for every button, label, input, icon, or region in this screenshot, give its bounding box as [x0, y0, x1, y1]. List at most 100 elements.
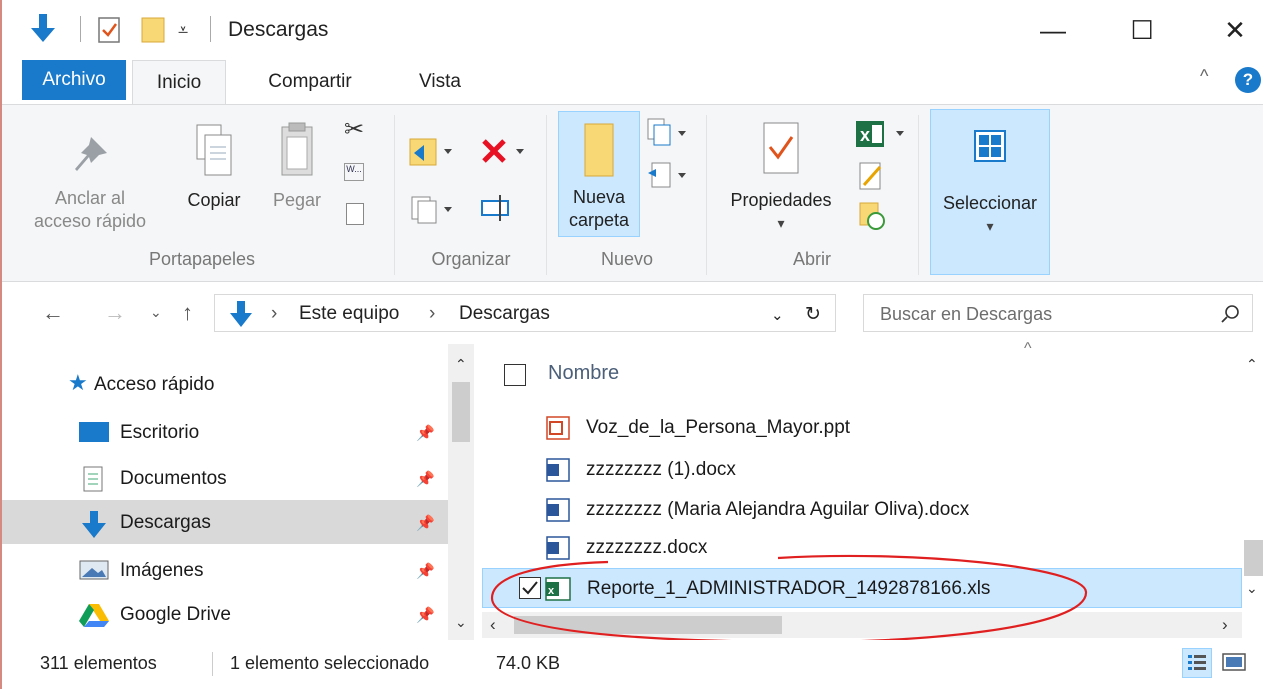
- pin-icon[interactable]: 📌: [416, 606, 435, 624]
- close-button[interactable]: ✕: [1205, 8, 1263, 52]
- scroll-up-icon[interactable]: ⌃: [455, 356, 467, 373]
- nav-item-escritorio[interactable]: Escritorio 📌: [2, 410, 448, 454]
- minimize-button[interactable]: —: [1023, 8, 1083, 52]
- search-field[interactable]: Buscar en Descargas: [863, 294, 1253, 332]
- history-icon[interactable]: [858, 201, 886, 231]
- nav-item-google-drive[interactable]: Google Drive 📌: [2, 592, 448, 636]
- search-icon[interactable]: [1220, 304, 1240, 324]
- refresh-icon[interactable]: ↻: [805, 303, 821, 326]
- group-label-organizar: Organizar: [431, 249, 511, 269]
- properties-button[interactable]: Propiedades ▾: [714, 117, 848, 235]
- address-dropdown-icon[interactable]: ⌄: [771, 306, 784, 324]
- recent-dropdown-icon[interactable]: ⌄: [150, 304, 162, 321]
- breadcrumb-este-equipo[interactable]: Este equipo: [299, 303, 399, 325]
- new-folder-quick-icon[interactable]: [140, 14, 166, 44]
- nav-item-label: Escritorio: [120, 422, 200, 443]
- paste-shortcut-icon[interactable]: [346, 203, 364, 225]
- new-folder-label-1: Nueva: [572, 187, 626, 207]
- move-to-icon[interactable]: [408, 135, 456, 171]
- new-folder-icon: [584, 123, 614, 177]
- excel-open-icon[interactable]: x: [854, 117, 910, 151]
- rename-icon[interactable]: [480, 191, 516, 227]
- column-header-name[interactable]: Nombre: [548, 362, 619, 385]
- group-label-nuevo: Nuevo: [600, 249, 654, 269]
- file-row[interactable]: Voz_de_la_Persona_Mayor.ppt: [482, 408, 1242, 448]
- paste-icon: [281, 122, 313, 176]
- large-icons-view-button[interactable]: [1220, 648, 1250, 678]
- help-icon[interactable]: ?: [1235, 67, 1261, 93]
- scroll-down-icon[interactable]: ⌄: [455, 614, 467, 631]
- nav-scroll-thumb[interactable]: [452, 382, 470, 442]
- nav-item-documentos[interactable]: Documentos 📌: [2, 456, 448, 500]
- file-explorer-window: ⩡ Descargas — ☐ ✕ Archivo Inicio Compart…: [0, 0, 1263, 689]
- large-icons-view-icon: [1222, 653, 1246, 671]
- address-download-icon: [230, 301, 252, 327]
- file-row[interactable]: zzzzzzzz (Maria Alejandra Aguilar Oliva)…: [482, 490, 1242, 530]
- ribbon: Anclar al acceso rápido Copiar Pegar ✂ W…: [2, 104, 1263, 282]
- pictures-icon: [79, 560, 109, 580]
- group-label-abrir: Abrir: [792, 249, 831, 269]
- properties-check-icon[interactable]: [97, 16, 123, 44]
- checkmark-icon: [522, 581, 538, 595]
- nav-item-label: Documentos: [120, 468, 227, 489]
- pin-icon[interactable]: 📌: [416, 470, 435, 488]
- word-file-icon: [546, 536, 570, 560]
- copy-path-icon[interactable]: W...: [344, 163, 364, 181]
- file-list-pane: ^ Nombre Voz_de_la_Persona_Mayor.ppt zzz…: [482, 340, 1263, 640]
- delete-icon[interactable]: [480, 135, 530, 169]
- nav-item-imagenes[interactable]: Imágenes 📌: [2, 548, 448, 592]
- file-row-checkbox[interactable]: [519, 577, 541, 599]
- copy-to-icon[interactable]: [408, 191, 456, 227]
- navigation-bar: ← → ⌄ ↑ › Este equipo › Descargas ⌄ ↻ Bu…: [2, 282, 1263, 344]
- nav-pane-scrollbar[interactable]: ⌃ ⌄: [448, 344, 474, 640]
- file-pane-scrollbar[interactable]: ⌃ ⌄: [1242, 344, 1263, 614]
- tab-vista[interactable]: Vista: [398, 60, 482, 104]
- sort-ascending-icon: ^: [1024, 340, 1032, 357]
- pin-icon[interactable]: 📌: [416, 424, 435, 442]
- search-placeholder: Buscar en Descargas: [880, 304, 1053, 324]
- details-view-button[interactable]: [1182, 648, 1212, 678]
- easy-access-icon[interactable]: [644, 159, 692, 193]
- scroll-left-icon[interactable]: ‹: [490, 615, 496, 635]
- download-arrow-icon[interactable]: [30, 12, 56, 44]
- tab-inicio[interactable]: Inicio: [132, 60, 226, 104]
- cut-icon[interactable]: ✂: [344, 115, 364, 144]
- file-row[interactable]: zzzzzzzz (1).docx: [482, 450, 1242, 490]
- nav-item-descargas[interactable]: Descargas 📌: [2, 500, 448, 544]
- paste-label: Pegar: [272, 190, 322, 210]
- pin-icon[interactable]: 📌: [416, 514, 435, 532]
- tab-compartir[interactable]: Compartir: [246, 60, 374, 104]
- new-item-icon[interactable]: [644, 117, 692, 151]
- edit-icon[interactable]: [858, 161, 886, 191]
- scroll-up-icon[interactable]: ⌃: [1246, 356, 1258, 373]
- maximize-button[interactable]: ☐: [1112, 8, 1172, 52]
- navigation-pane: ★ Acceso rápido Escritorio 📌 Documentos …: [2, 344, 476, 640]
- google-drive-icon: [79, 604, 109, 627]
- select-button[interactable]: Seleccionar ▾: [930, 109, 1050, 275]
- hscroll-thumb[interactable]: [514, 616, 782, 634]
- pin-icon[interactable]: 📌: [416, 562, 435, 580]
- quick-access-dropdown-icon[interactable]: ⩡: [178, 20, 188, 41]
- breadcrumb-descargas[interactable]: Descargas: [459, 303, 550, 325]
- select-all-checkbox[interactable]: [504, 364, 526, 386]
- properties-label: Propiedades: [730, 190, 832, 210]
- forward-arrow-icon[interactable]: →: [104, 300, 126, 326]
- new-folder-button[interactable]: Nueva carpeta: [558, 111, 640, 237]
- scroll-down-icon[interactable]: ⌄: [1246, 580, 1258, 597]
- file-row[interactable]: zzzzzzzz.docx: [482, 528, 1242, 568]
- scroll-right-icon[interactable]: ›: [1222, 615, 1228, 635]
- paste-button[interactable]: Pegar: [264, 117, 330, 212]
- up-arrow-icon[interactable]: ↑: [182, 300, 193, 326]
- file-pane-hscrollbar[interactable]: ‹ ›: [482, 612, 1242, 638]
- select-dropdown-icon: ▾: [986, 218, 994, 234]
- tab-archivo[interactable]: Archivo: [22, 60, 126, 100]
- nav-quick-access[interactable]: ★ Acceso rápido: [2, 362, 448, 406]
- address-bar[interactable]: › Este equipo › Descargas ⌄ ↻: [214, 294, 836, 332]
- pin-label-2: acceso rápido: [33, 211, 147, 231]
- pin-quick-access-button[interactable]: Anclar al acceso rápido: [20, 131, 160, 233]
- copy-button[interactable]: Copiar: [174, 117, 254, 212]
- file-row-selected[interactable]: x Reporte_1_ADMINISTRADOR_1492878166.xls: [482, 568, 1242, 608]
- collapse-ribbon-icon[interactable]: ^: [1200, 66, 1208, 87]
- file-scroll-thumb[interactable]: [1244, 540, 1263, 576]
- back-arrow-icon[interactable]: ←: [42, 300, 64, 326]
